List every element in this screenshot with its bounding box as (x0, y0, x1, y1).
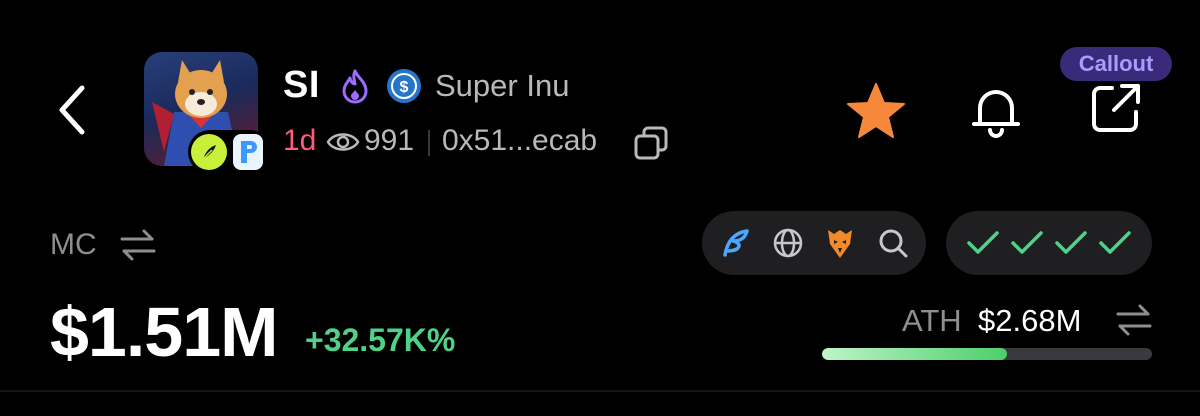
ath-value: $2.68M (978, 303, 1082, 338)
market-cap-value: $1.51M (50, 293, 278, 371)
back-chevron-icon (59, 85, 85, 135)
swap-arrows-icon (1116, 304, 1152, 336)
alert-button[interactable] (968, 80, 1024, 140)
platform-badges (188, 130, 272, 174)
website-link[interactable] (768, 223, 808, 263)
fire-icon (338, 68, 372, 104)
external-link-icon (1092, 84, 1140, 132)
callout-badge[interactable]: Callout (1060, 47, 1172, 81)
svg-text:$: $ (400, 79, 409, 96)
copy-icon (634, 126, 668, 160)
ath-progress-fill (822, 348, 1007, 360)
ath-label: ATH (902, 303, 962, 338)
token-age: 1d (283, 124, 317, 157)
price-change: +32.57K% (305, 322, 456, 358)
swap-arrows-icon (120, 229, 156, 261)
star-icon (847, 83, 905, 138)
copy-button[interactable] (632, 124, 670, 162)
ath-progress-bar (822, 348, 1152, 360)
eagle-link[interactable] (820, 223, 860, 263)
check-icon (1055, 231, 1087, 254)
token-symbol: SI (283, 64, 320, 106)
check-icon (1099, 231, 1131, 254)
token-name: Super Inu (435, 68, 570, 103)
search-icon (879, 229, 908, 258)
mc-label: MC (50, 228, 97, 261)
back-button[interactable] (52, 82, 96, 138)
search-link[interactable] (873, 223, 913, 263)
p-badge-icon (233, 134, 263, 170)
feather-link[interactable] (715, 223, 755, 263)
eye-icon (326, 126, 360, 158)
mc-swap-button[interactable] (118, 228, 158, 262)
favorite-button[interactable] (845, 80, 907, 142)
divider (428, 130, 430, 156)
pump-badge-icon (191, 134, 227, 170)
feather-icon (723, 229, 749, 257)
check-icon (967, 231, 999, 254)
view-count: 991 (364, 124, 415, 157)
divider (0, 390, 1200, 392)
security-checks-pill[interactable] (946, 211, 1152, 275)
globe-icon (773, 228, 802, 258)
ath-swap-button[interactable] (1114, 303, 1154, 337)
share-button[interactable] (1088, 80, 1144, 136)
usdc-icon: $ (386, 68, 422, 104)
contract-address[interactable]: 0x51...ecab (442, 124, 597, 158)
links-pill (702, 211, 926, 275)
bell-icon (972, 90, 1020, 138)
eagle-icon (828, 230, 853, 258)
check-icon (1011, 231, 1043, 254)
